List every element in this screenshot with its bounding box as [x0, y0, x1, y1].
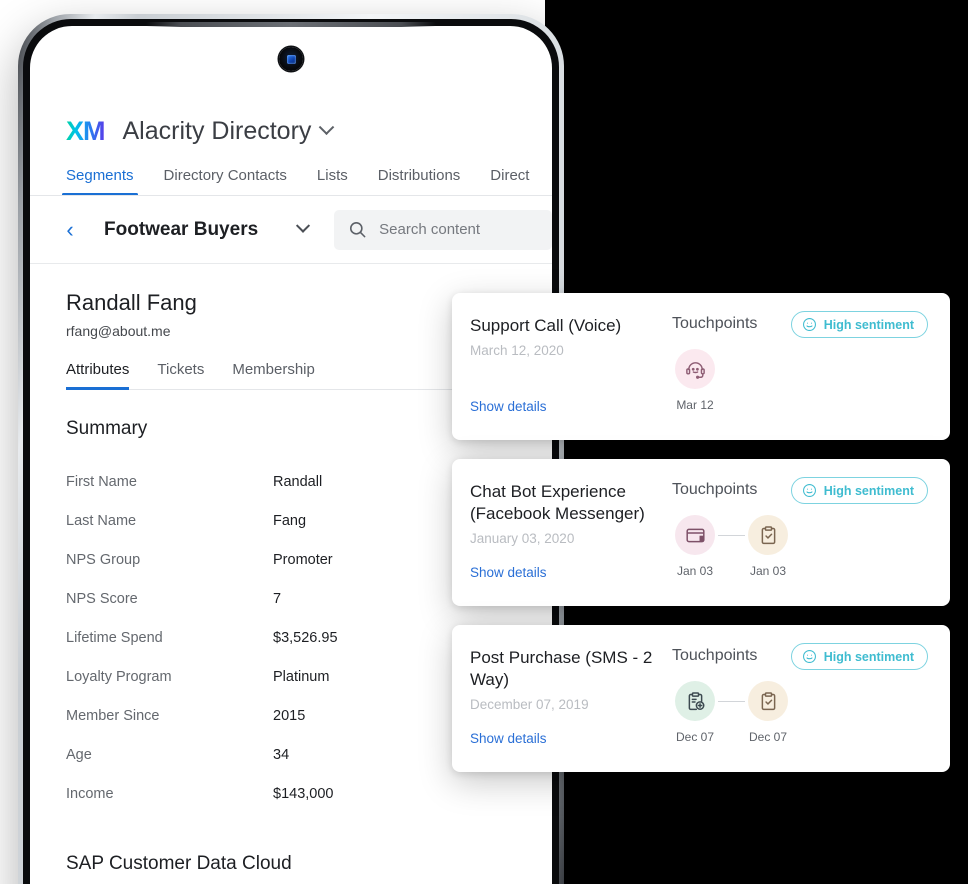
attribute-value: $3,526.95	[273, 629, 338, 646]
app-header: XM Alacrity Directory	[30, 26, 552, 154]
card-date: December 07, 2019	[470, 697, 589, 713]
status-badge: High sentiment	[790, 311, 928, 338]
tab-segments[interactable]: Segments	[62, 167, 138, 195]
touchpoint-card[interactable]: Chat Bot Experience (Facebook Messenger)…	[452, 459, 950, 606]
chevron-down-icon	[319, 118, 335, 135]
status-badge: High sentiment	[790, 643, 928, 670]
touchpoint-date: Jan 03	[749, 564, 787, 578]
touchpoint-icon-row: Jan 03 Jan 03	[672, 515, 928, 578]
show-details-link[interactable]: Show details	[470, 399, 547, 414]
status-badge-label: High sentiment	[823, 483, 914, 498]
attribute-value: Platinum	[273, 668, 330, 685]
attribute-key: Member Since	[66, 707, 160, 724]
status-badge: High sentiment	[790, 477, 928, 504]
attribute-key: NPS Group	[66, 551, 141, 568]
attribute-value: Promoter	[273, 551, 333, 568]
attribute-key: First Name	[66, 473, 137, 490]
attribute-value: Randall	[273, 473, 323, 490]
touchpoint-connector	[718, 701, 745, 702]
table-row: Income $143,000	[66, 774, 552, 813]
touchpoint-icon-wrap	[748, 515, 788, 555]
touchpoint-card[interactable]: Post Purchase (SMS - 2 Way) December 07,…	[452, 625, 950, 772]
chevron-left-icon[interactable]: ‹	[52, 217, 88, 243]
segment-name: Footwear Buyers	[104, 218, 259, 240]
attribute-key: Income	[66, 785, 114, 802]
touchpoint-icon-row: Dec 07 Dec 07	[672, 681, 928, 744]
status-badge-label: High sentiment	[823, 317, 914, 332]
directory-selector[interactable]: Alacrity Directory	[122, 116, 335, 146]
touchpoint-date: Dec 07	[675, 730, 715, 744]
touchpoint-date: Mar 12	[676, 398, 714, 412]
touchpoint-connector	[718, 535, 745, 536]
tab-attributes[interactable]: Attributes	[66, 361, 130, 390]
screenshot-root: XM Alacrity Directory Segments Directory…	[0, 0, 968, 884]
clipboard-check-icon	[761, 691, 775, 710]
earpiece-speaker-icon	[146, 22, 436, 27]
touchpoint-icon-wrap	[675, 349, 715, 389]
touchpoint-icon-wrap	[675, 681, 715, 721]
chat-window-icon	[685, 528, 705, 542]
segment-bar: ‹ Footwear Buyers Search content	[30, 196, 552, 264]
tab-directory[interactable]: Direct	[490, 167, 529, 195]
tab-lists[interactable]: Lists	[317, 167, 348, 195]
attribute-key: Last Name	[66, 512, 137, 529]
attribute-value: Fang	[273, 512, 307, 529]
card-title: Post Purchase (SMS - 2 Way)	[470, 648, 653, 690]
touchpoint-icon-wrap	[748, 681, 788, 721]
tab-tickets[interactable]: Tickets	[157, 361, 204, 389]
show-details-link[interactable]: Show details	[470, 565, 547, 580]
card-title: Support Call (Voice)	[470, 316, 622, 335]
card-left: Support Call (Voice) March 12, 2020 Show…	[470, 315, 666, 418]
touchpoint-item[interactable]: Jan 03	[745, 515, 791, 578]
attribute-value: 7	[273, 590, 282, 607]
touchpoint-icon-wrap	[675, 515, 715, 555]
touchpoint-date: Dec 07	[748, 730, 788, 744]
touchpoint-item[interactable]: Dec 07	[745, 681, 791, 744]
card-title: Chat Bot Experience (Facebook Messenger)	[470, 482, 645, 524]
card-left: Post Purchase (SMS - 2 Way) December 07,…	[470, 647, 666, 750]
attribute-key: Loyalty Program	[66, 668, 172, 685]
smiley-face-icon	[802, 318, 816, 331]
touchpoint-card[interactable]: Support Call (Voice) March 12, 2020 Show…	[452, 293, 950, 440]
chevron-down-icon[interactable]	[296, 218, 311, 233]
search-input[interactable]: Search content	[334, 209, 552, 250]
tab-membership[interactable]: Membership	[232, 361, 315, 389]
attribute-key: NPS Score	[66, 590, 138, 607]
card-date: March 12, 2020	[470, 343, 564, 359]
search-placeholder: Search content	[379, 221, 481, 238]
front-camera-icon	[279, 47, 303, 71]
touchpoint-item[interactable]: Dec 07	[672, 681, 718, 744]
card-left: Chat Bot Experience (Facebook Messenger)…	[470, 481, 666, 584]
sap-section-heading: SAP Customer Data Cloud	[66, 853, 292, 874]
clipboard-check-icon	[761, 525, 775, 544]
tab-directory-contacts[interactable]: Directory Contacts	[164, 167, 287, 195]
xm-logo: XM	[66, 115, 105, 146]
card-date: January 03, 2020	[470, 531, 575, 547]
headset-support-icon	[685, 361, 705, 379]
smiley-face-icon	[802, 484, 816, 497]
clipboard-plus-icon	[688, 691, 704, 710]
tab-distributions[interactable]: Distributions	[378, 167, 461, 195]
attribute-value: 2015	[273, 707, 306, 724]
attribute-value: 34	[273, 746, 290, 763]
touchpoint-item[interactable]: Mar 12	[672, 349, 718, 412]
directory-title: Alacrity Directory	[122, 116, 312, 145]
touchpoint-date: Jan 03	[676, 564, 714, 578]
touchpoint-item[interactable]: Jan 03	[672, 515, 718, 578]
status-badge-label: High sentiment	[823, 649, 914, 664]
nav-tabs: Segments Directory Contacts Lists Distri…	[30, 154, 552, 196]
attribute-key: Lifetime Spend	[66, 629, 163, 646]
attribute-key: Age	[66, 746, 92, 763]
search-icon	[350, 221, 366, 238]
smiley-face-icon	[802, 650, 816, 663]
show-details-link[interactable]: Show details	[470, 731, 547, 746]
attribute-value: $143,000	[273, 785, 334, 802]
touchpoint-icon-row: Mar 12	[672, 349, 928, 412]
